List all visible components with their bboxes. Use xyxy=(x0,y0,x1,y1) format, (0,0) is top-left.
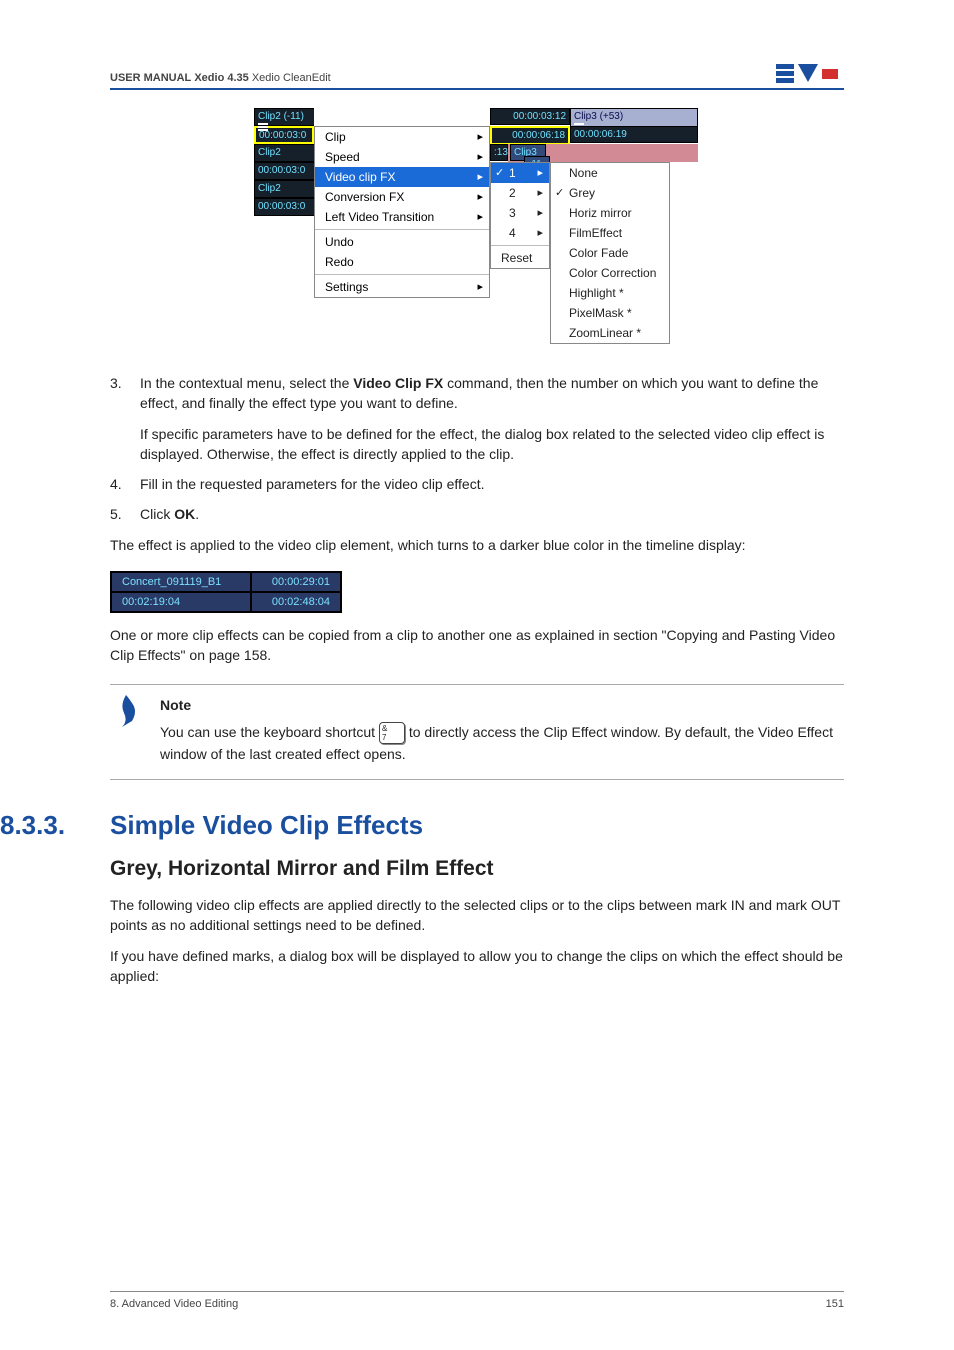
section-number: 8.3.3. xyxy=(0,810,110,841)
fx-zoomlinear[interactable]: ZoomLinear * xyxy=(551,323,669,343)
fx-filmeffect[interactable]: FilmEffect xyxy=(551,223,669,243)
menu-speed[interactable]: Speed xyxy=(315,147,489,167)
top-right-tc2: 00:00:06:19 xyxy=(570,126,698,143)
menu-redo[interactable]: Redo xyxy=(315,252,489,272)
step-num-3: 3. xyxy=(110,373,122,393)
para-effect-applied: The effect is applied to the video clip … xyxy=(110,535,844,555)
note-body: You can use the keyboard shortcut &7 to … xyxy=(160,722,844,765)
section-title: Simple Video Clip Effects xyxy=(110,810,423,841)
fx-slot-3[interactable]: 3 xyxy=(491,203,549,223)
menu-separator xyxy=(315,274,489,275)
step-3: 3. In the contextual menu, select the Vi… xyxy=(110,373,844,414)
step-3-cont: If specific parameters have to be define… xyxy=(110,424,844,465)
menu-clip[interactable]: Clip xyxy=(315,127,489,147)
context-menu-figure: Clip2 (-11) 00:00:03:0 Clip2 00:00:03:0 … xyxy=(254,108,700,350)
menu-left-video-transition[interactable]: Left Video Transition xyxy=(315,207,489,227)
menu-separator xyxy=(491,245,549,246)
section-p2: If you have defined marks, a dialog box … xyxy=(110,946,844,987)
track-column: Clip2 (-11) 00:00:03:0 Clip2 00:00:03:0 … xyxy=(254,108,314,216)
submenu-fx-slots: 1 2 3 4 Reset xyxy=(490,162,550,269)
note-icon xyxy=(118,695,142,727)
keyboard-key-icon: &7 xyxy=(379,722,405,744)
step-num-4: 4. xyxy=(110,474,122,494)
header-text: USER MANUAL Xedio 4.35 Xedio CleanEdit xyxy=(110,72,331,84)
header-bold-1: USER MANUAL xyxy=(110,72,191,84)
top-mid-timecode: 00:00:03:12 xyxy=(490,108,570,125)
fx-slot-4[interactable]: 4 xyxy=(491,223,549,243)
badge-13: :13 xyxy=(490,144,508,161)
track-row3a: Clip2 xyxy=(254,180,314,198)
section-p1: The following video clip effects are app… xyxy=(110,895,844,936)
ts-b: 00:00:29:01 xyxy=(251,572,341,592)
instruction-list-2: 4. Fill in the requested parameters for … xyxy=(110,474,844,525)
footer-page: 151 xyxy=(826,1298,844,1310)
track-row2b: 00:00:03:0 xyxy=(254,162,314,180)
menu-conversion-fx[interactable]: Conversion FX xyxy=(315,187,489,207)
menu-video-clip-fx[interactable]: Video clip FX xyxy=(315,167,489,187)
fx-color-correction[interactable]: Color Correction xyxy=(551,263,669,283)
context-menu-figure-wrap: Clip2 (-11) 00:00:03:0 Clip2 00:00:03:0 … xyxy=(110,108,844,353)
para-copy-effects: One or more clip effects can be copied f… xyxy=(110,625,844,666)
note-title: Note xyxy=(160,695,844,716)
timeline-sample: Concert_091119_B1 00:00:29:01 00:02:19:0… xyxy=(110,571,342,613)
header-bold-2: Xedio 4.35 xyxy=(194,72,248,84)
fx-horiz-mirror[interactable]: Horiz mirror xyxy=(551,203,669,223)
step-num-5: 5. xyxy=(110,504,122,524)
fx-pixelmask[interactable]: PixelMask * xyxy=(551,303,669,323)
menu-settings[interactable]: Settings xyxy=(315,277,489,297)
track-row3b: 00:00:03:0 xyxy=(254,198,314,216)
top-right-tc1: 00:00:06:18 xyxy=(490,126,570,145)
ts-c: 00:02:19:04 xyxy=(111,592,251,612)
context-menu: Clip Speed Video clip FX Conversion FX L… xyxy=(314,126,490,298)
header-light: Xedio CleanEdit xyxy=(252,72,331,84)
track-header-clip2: Clip2 (-11) xyxy=(254,108,314,126)
fx-grey[interactable]: Grey xyxy=(551,183,669,203)
ts-a: Concert_091119_B1 xyxy=(111,572,251,592)
track-row2a: Clip2 xyxy=(254,144,314,162)
page-footer: 8. Advanced Video Editing 151 xyxy=(110,1291,844,1310)
fx-highlight[interactable]: Highlight * xyxy=(551,283,669,303)
fx-slot-1[interactable]: 1 xyxy=(491,163,549,183)
page-header: USER MANUAL Xedio 4.35 Xedio CleanEdit xyxy=(110,60,844,90)
subsection-title: Grey, Horizontal Mirror and Film Effect xyxy=(110,857,844,881)
fx-color-fade[interactable]: Color Fade xyxy=(551,243,669,263)
footer-left: 8. Advanced Video Editing xyxy=(110,1298,238,1310)
menu-undo[interactable]: Undo xyxy=(315,232,489,252)
ts-d: 00:02:48:04 xyxy=(251,592,341,612)
menu-separator xyxy=(315,229,489,230)
submenu-fx-types: None Grey Horiz mirror FilmEffect Color … xyxy=(550,162,670,344)
fx-reset[interactable]: Reset xyxy=(491,248,549,268)
step-4: 4. Fill in the requested parameters for … xyxy=(110,474,844,494)
note-block: Note You can use the keyboard shortcut &… xyxy=(110,684,844,780)
evs-logo xyxy=(776,60,844,84)
fx-none[interactable]: None xyxy=(551,163,669,183)
section-heading: 8.3.3. Simple Video Clip Effects xyxy=(110,810,844,841)
fx-slot-2[interactable]: 2 xyxy=(491,183,549,203)
instruction-list: 3. In the contextual menu, select the Vi… xyxy=(110,373,844,414)
step-5: 5. Click OK. xyxy=(110,504,844,524)
